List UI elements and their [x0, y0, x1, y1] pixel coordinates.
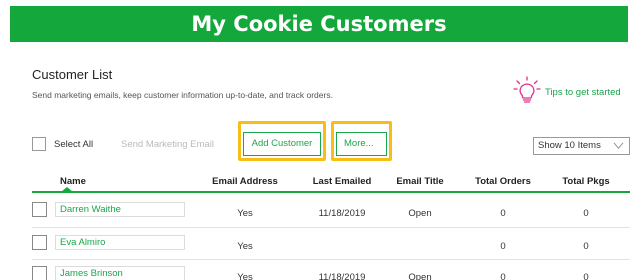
sort-indicator-icon	[61, 187, 73, 192]
table-row: Eva Almiro Yes 0 0	[32, 231, 630, 257]
last-emailed-cell: 11/18/2019	[318, 272, 366, 280]
row-checkbox[interactable]	[32, 235, 47, 250]
list-title: Customer List	[32, 67, 113, 82]
header-divider	[32, 191, 630, 193]
customer-name-link[interactable]: Eva Almiro	[55, 235, 185, 250]
table-row: Darren Waithe Yes 11/18/2019 Open 0 0	[32, 198, 630, 224]
lightbulb-icon	[513, 76, 541, 109]
total-orders-cell: 0	[500, 208, 506, 219]
email-cell: Yes	[237, 241, 253, 252]
row-checkbox[interactable]	[32, 202, 47, 217]
row-checkbox[interactable]	[32, 266, 47, 280]
last-emailed-cell: 11/18/2019	[318, 208, 366, 219]
column-header-name[interactable]: Name	[60, 176, 86, 187]
email-cell: Yes	[237, 208, 253, 219]
email-title-cell: Open	[408, 208, 432, 219]
column-header-total-pkgs[interactable]: Total Pkgs	[556, 176, 616, 187]
total-orders-cell: 0	[500, 272, 506, 280]
chevron-down-icon	[613, 142, 624, 149]
customer-name-link[interactable]: Darren Waithe	[55, 202, 185, 217]
column-header-total-orders[interactable]: Total Orders	[466, 176, 540, 187]
select-all-label[interactable]: Select All	[54, 139, 93, 150]
row-divider	[32, 227, 630, 228]
tips-label[interactable]: Tips to get started	[545, 87, 621, 98]
row-divider	[32, 259, 630, 260]
tips-link[interactable]: Tips to get started	[513, 76, 621, 109]
email-title-cell: Open	[408, 272, 432, 280]
column-header-email[interactable]: Email Address	[208, 176, 282, 187]
total-orders-cell: 0	[500, 241, 506, 252]
total-pkgs-cell: 0	[583, 241, 589, 252]
column-header-last-emailed[interactable]: Last Emailed	[306, 176, 378, 187]
send-marketing-email-button[interactable]: Send Marketing Email	[121, 139, 214, 150]
add-customer-button[interactable]: Add Customer	[243, 132, 321, 156]
total-pkgs-cell: 0	[583, 208, 589, 219]
select-all-checkbox[interactable]	[32, 137, 46, 151]
items-per-page-select[interactable]: Show 10 Items	[533, 137, 630, 155]
column-header-email-title[interactable]: Email Title	[393, 176, 447, 187]
more-button[interactable]: More...	[336, 132, 387, 156]
items-per-page-value: Show 10 Items	[538, 140, 601, 151]
page-header: My Cookie Customers	[10, 6, 628, 42]
table-row: James Brinson Yes 11/18/2019 Open 0 0	[32, 262, 630, 280]
total-pkgs-cell: 0	[583, 272, 589, 280]
list-subtitle: Send marketing emails, keep customer inf…	[32, 90, 333, 100]
customer-name-link[interactable]: James Brinson	[55, 266, 185, 280]
email-cell: Yes	[237, 272, 253, 280]
